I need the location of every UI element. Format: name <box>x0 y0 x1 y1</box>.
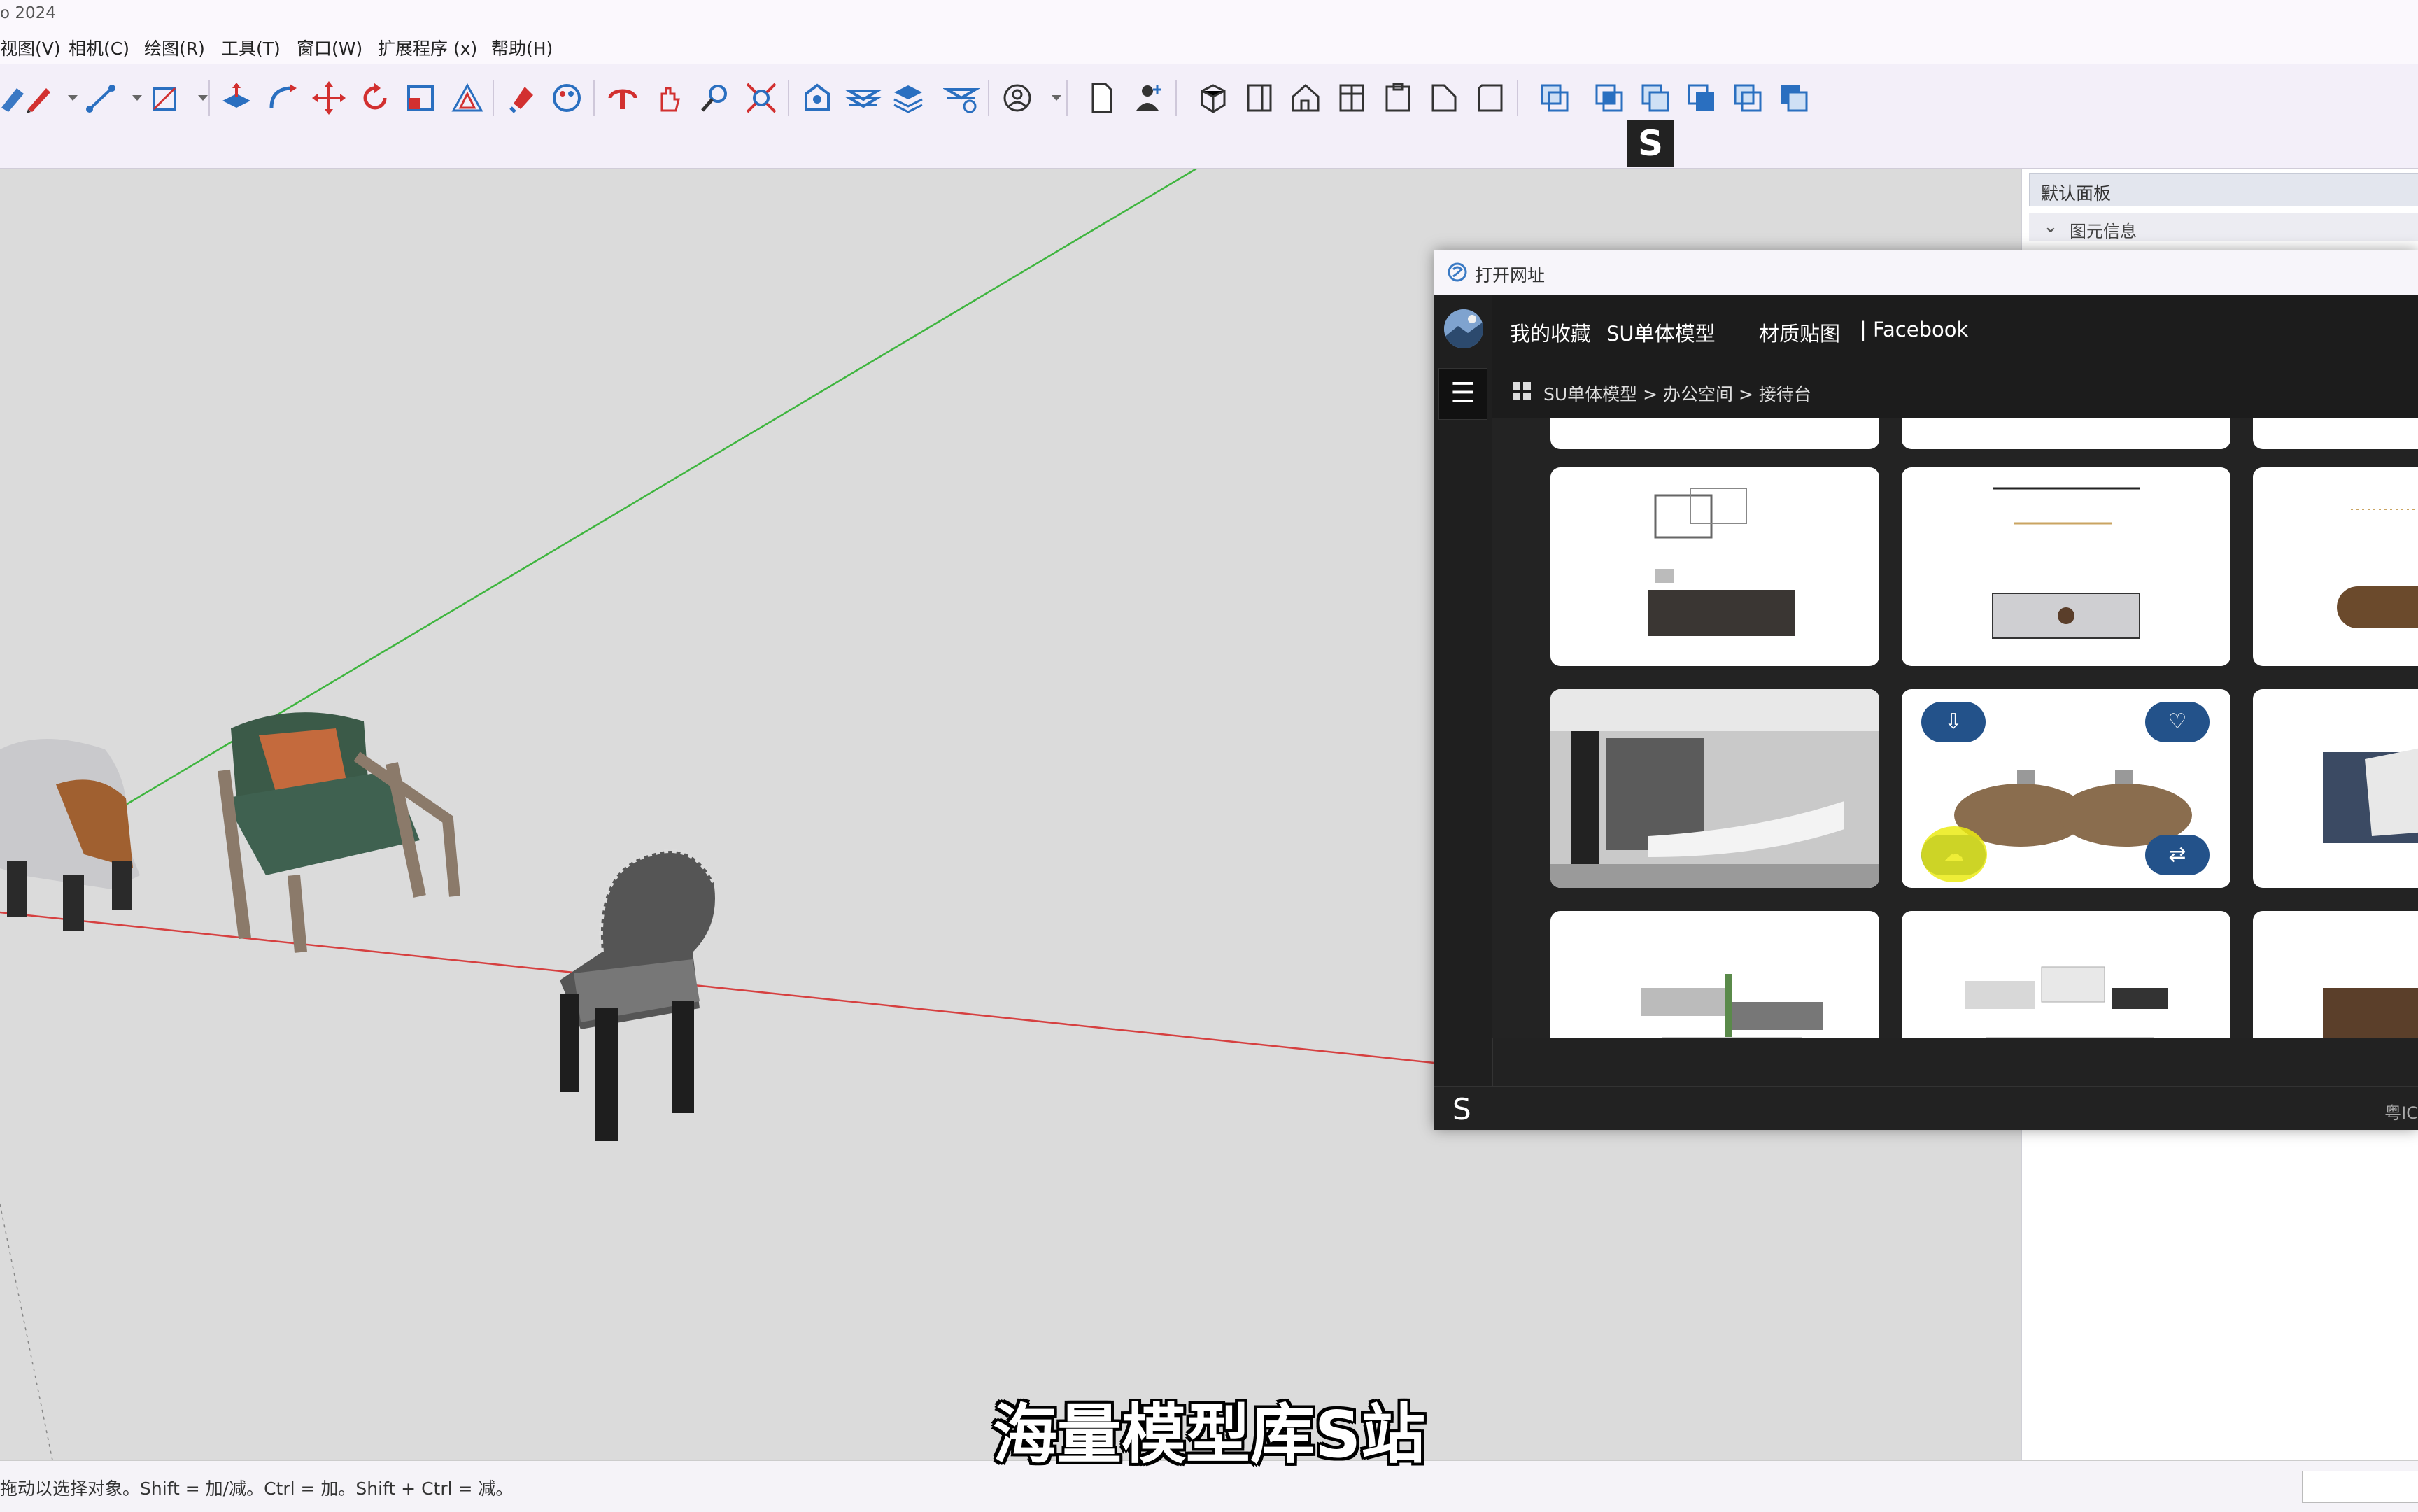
follow-me-icon[interactable] <box>264 80 301 116</box>
front-view-icon[interactable] <box>1287 80 1324 116</box>
menu-tools[interactable]: 工具(T) <box>221 35 281 60</box>
entity-info-section[interactable]: ⌄ 图元信息 <box>2029 213 2418 241</box>
nav-su-models[interactable]: SU单体模型 <box>1606 318 1716 347</box>
line-tool-icon[interactable] <box>83 80 119 116</box>
orbit-icon[interactable] <box>604 80 641 116</box>
right-view-icon[interactable] <box>1334 80 1370 116</box>
chevron-down-icon: ⌄ <box>2043 216 2058 237</box>
toolbar <box>0 64 2418 169</box>
zoom-icon[interactable] <box>697 80 733 116</box>
status-text: 拖动以选择对象。Shift = 加/减。Ctrl = 加。Shift + Ctr… <box>0 1478 514 1499</box>
nav-facebook[interactable]: | Facebook <box>1860 318 1968 341</box>
push-pull-icon[interactable] <box>218 80 255 116</box>
footer-logo: S <box>1452 1092 1471 1126</box>
union-icon[interactable] <box>1637 80 1674 116</box>
dropdown-arrow-icon[interactable] <box>119 80 142 116</box>
footer-version: 粤IC <box>2384 1103 2418 1123</box>
gray-armchair-model <box>0 739 140 931</box>
app-logo-icon <box>1448 262 1467 282</box>
model-card[interactable] <box>1902 467 2230 666</box>
dialog-title: 打开网址 <box>1475 265 1546 285</box>
model-card[interactable] <box>1550 911 1879 1038</box>
left-view-icon[interactable] <box>1426 80 1462 116</box>
cursor-highlight <box>1921 826 1987 882</box>
top-view-icon[interactable] <box>1241 80 1278 116</box>
bottom-view-icon[interactable] <box>1472 80 1508 116</box>
grid-icon <box>1513 382 1531 400</box>
extension-warehouse-icon[interactable] <box>844 80 883 116</box>
menu-draw[interactable]: 绘图(R) <box>144 35 205 60</box>
add-user-icon[interactable] <box>1129 80 1166 116</box>
extension-manager-icon[interactable] <box>942 80 981 116</box>
outer-shell-icon[interactable] <box>1536 80 1573 116</box>
menu-bar: 视图(V) 相机(C) 绘图(R) 工具(T) 窗口(W) 扩展程序 (x) 帮… <box>0 34 2418 64</box>
dropdown-arrow-icon[interactable] <box>185 80 208 116</box>
open-url-dialog: 打开网址 ☰ 我的收藏 SU单体模型 材质贴图 | Facebook SU单体模… <box>1434 250 2418 1130</box>
back-view-icon[interactable] <box>1380 80 1416 116</box>
model-card[interactable] <box>2253 467 2418 666</box>
model-card[interactable] <box>1902 911 2230 1038</box>
model-card[interactable] <box>1550 467 1879 666</box>
paint-palette-icon[interactable] <box>549 80 585 116</box>
model-card-hovered[interactable]: ⇩ ♡ ☁ ⇄ <box>1902 689 2230 888</box>
model-grid: ⇩ ♡ ☁ ⇄ <box>1492 418 2418 1038</box>
dropdown-arrow-icon[interactable] <box>1038 80 1061 116</box>
model-card[interactable] <box>1550 689 1879 888</box>
entity-info-label: 图元信息 <box>2070 222 2137 241</box>
x-axis-line <box>0 911 1435 1064</box>
menu-view[interactable]: 视图(V) <box>0 35 61 60</box>
account-icon[interactable] <box>999 80 1035 116</box>
window-title-bar: o 2024 <box>0 0 2418 34</box>
pencil-icon[interactable] <box>21 80 57 116</box>
dialog-title-bar[interactable]: 打开网址 <box>1434 250 2418 296</box>
nav-favorites[interactable]: 我的收藏 <box>1510 318 1591 347</box>
offset-icon[interactable] <box>449 80 486 116</box>
toolbar-row <box>0 74 1819 123</box>
pan-icon[interactable] <box>651 80 687 116</box>
menu-toggle-icon[interactable]: ☰ <box>1438 368 1487 420</box>
rectangle-tool-icon[interactable] <box>147 80 183 116</box>
dialog-nav: 我的收藏 SU单体模型 材质贴图 | Facebook <box>1492 295 2418 365</box>
sketchup-store-button[interactable]: S <box>1627 120 1674 167</box>
paint-bucket-icon[interactable] <box>504 80 540 116</box>
replace-swap-icon[interactable]: ⇄ <box>2145 835 2210 875</box>
model-card[interactable] <box>2253 911 2418 1038</box>
model-card[interactable] <box>2253 418 2418 449</box>
video-caption: 海量模型库S站 <box>992 1397 1426 1472</box>
iso-view-icon[interactable] <box>1195 80 1231 116</box>
tray-title: 默认面板 <box>2041 183 2112 204</box>
move-icon[interactable] <box>311 80 347 116</box>
layers-icon[interactable] <box>890 80 926 116</box>
dropdown-arrow-icon[interactable] <box>55 80 78 116</box>
nav-materials[interactable]: 材质贴图 <box>1759 318 1840 347</box>
menu-help[interactable]: 帮助(H) <box>491 35 553 60</box>
favorite-heart-icon[interactable]: ♡ <box>2145 702 2210 742</box>
houndstooth-chair-model <box>560 849 716 1141</box>
split-icon[interactable] <box>1776 80 1812 116</box>
new-document-icon[interactable] <box>1083 80 1119 116</box>
model-card[interactable] <box>1550 418 1879 449</box>
y-axis-line <box>125 169 1197 806</box>
dialog-sidebar: ☰ <box>1434 295 1493 1086</box>
model-download-icon[interactable]: ⇩ <box>1921 702 1986 742</box>
model-card[interactable] <box>1902 418 2230 449</box>
tray-header[interactable]: 默认面板 <box>2029 173 2418 206</box>
scale-icon[interactable] <box>403 80 439 116</box>
subtract-icon[interactable] <box>1683 80 1720 116</box>
window-title: o 2024 <box>0 4 56 22</box>
warehouse-icon[interactable] <box>799 80 835 116</box>
intersect-icon[interactable] <box>1591 80 1627 116</box>
model-card[interactable] <box>2253 689 2418 888</box>
zoom-extents-icon[interactable] <box>743 80 779 116</box>
breadcrumb: SU单体模型 > 办公空间 > 接待台 <box>1492 365 2418 418</box>
menu-extensions[interactable]: 扩展程序 (x) <box>378 35 477 60</box>
trim-icon[interactable] <box>1730 80 1766 116</box>
rotate-icon[interactable] <box>357 80 393 116</box>
green-armchair-model <box>218 712 460 953</box>
menu-window[interactable]: 窗口(W) <box>297 35 362 60</box>
dialog-footer: S 粤IC <box>1434 1086 2418 1130</box>
avatar[interactable] <box>1444 309 1483 348</box>
menu-camera[interactable]: 相机(C) <box>69 35 129 60</box>
breadcrumb-path[interactable]: SU单体模型 > 办公空间 > 接待台 <box>1543 381 1811 406</box>
